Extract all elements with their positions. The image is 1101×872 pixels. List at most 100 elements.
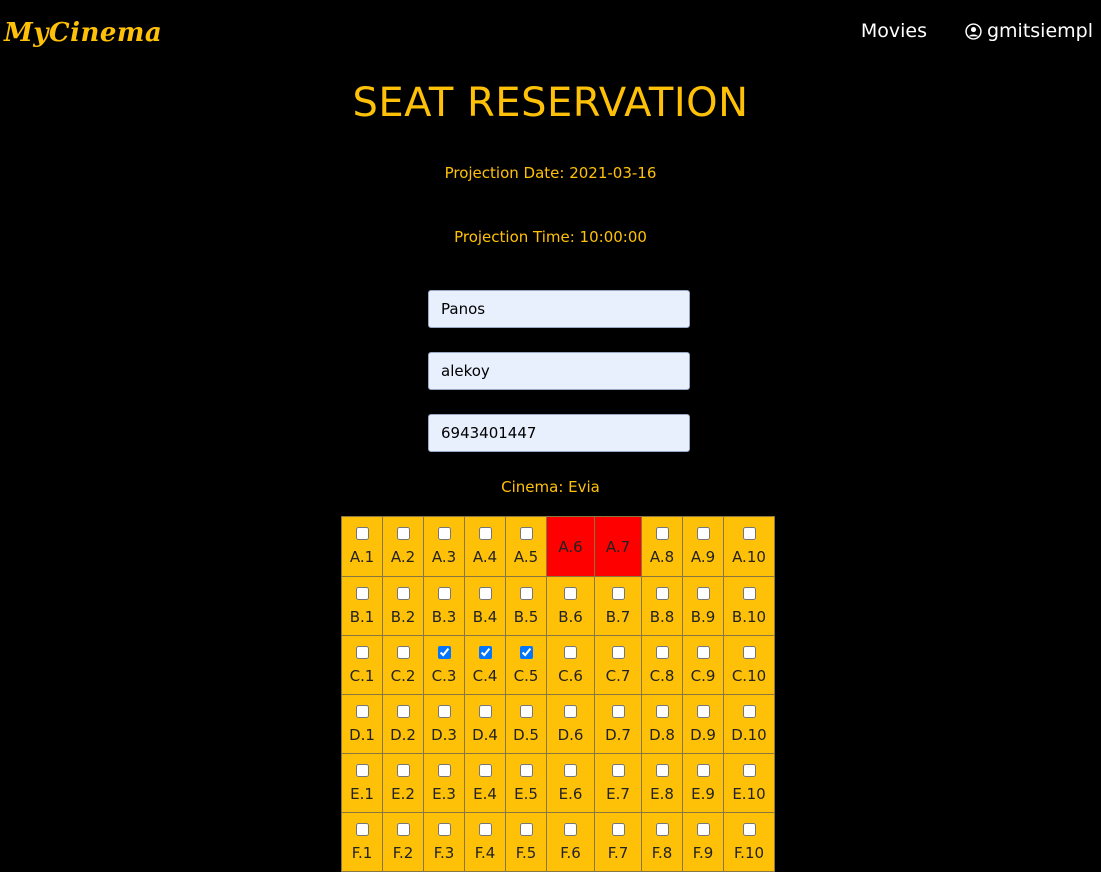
seat-cell[interactable]: F.2 [382,812,424,872]
seat-checkbox[interactable] [478,527,492,540]
seat-checkbox[interactable] [355,823,369,836]
seat-cell[interactable]: A.8 [641,516,683,577]
seat-checkbox[interactable] [564,764,577,777]
seat-checkbox[interactable] [564,823,577,836]
seat-checkbox[interactable] [655,527,669,540]
seat-checkbox[interactable] [696,705,710,718]
seat-cell[interactable]: E.1 [341,753,383,813]
seat-cell[interactable]: C.10 [723,635,775,695]
seat-checkbox[interactable] [396,646,410,659]
seat-checkbox[interactable] [478,587,492,600]
seat-checkbox[interactable] [742,823,756,836]
seat-cell[interactable]: C.4 [464,635,506,695]
seat-cell[interactable]: F.5 [505,812,547,872]
seat-cell[interactable]: F.1 [341,812,383,872]
seat-cell[interactable]: B.1 [341,576,383,636]
seat-cell[interactable]: D.2 [382,694,424,754]
seat-checkbox[interactable] [696,527,710,540]
seat-cell[interactable]: D.8 [641,694,683,754]
seat-checkbox[interactable] [355,646,369,659]
seat-checkbox[interactable] [655,764,669,777]
seat-checkbox[interactable] [655,646,669,659]
seat-cell[interactable]: E.3 [423,753,465,813]
seat-checkbox[interactable] [396,705,410,718]
seat-cell[interactable]: E.8 [641,753,683,813]
seat-checkbox[interactable] [519,646,533,659]
phone-input[interactable] [428,414,690,452]
seat-cell[interactable]: B.3 [423,576,465,636]
seat-cell[interactable]: A.5 [505,516,547,577]
seat-checkbox[interactable] [437,646,451,659]
seat-cell[interactable]: A.9 [682,516,724,577]
seat-cell[interactable]: F.7 [594,812,642,872]
seat-checkbox[interactable] [611,646,625,659]
seat-checkbox[interactable] [519,764,533,777]
seat-cell[interactable]: C.6 [546,635,595,695]
seat-cell[interactable]: B.9 [682,576,724,636]
seat-checkbox[interactable] [742,646,756,659]
brand-logo[interactable]: MyCinema [4,18,162,48]
seat-cell[interactable]: A.10 [723,516,775,577]
seat-checkbox[interactable] [396,823,410,836]
seat-cell[interactable]: E.5 [505,753,547,813]
seat-checkbox[interactable] [655,823,669,836]
seat-cell[interactable]: E.9 [682,753,724,813]
seat-checkbox[interactable] [655,705,669,718]
seat-cell[interactable]: D.9 [682,694,724,754]
seat-checkbox[interactable] [355,764,369,777]
seat-checkbox[interactable] [478,823,492,836]
seat-cell[interactable]: D.4 [464,694,506,754]
seat-cell[interactable]: F.10 [723,812,775,872]
seat-cell[interactable]: A.4 [464,516,506,577]
seat-cell[interactable]: B.7 [594,576,642,636]
seat-cell[interactable]: C.3 [423,635,465,695]
seat-checkbox[interactable] [478,705,492,718]
seat-checkbox[interactable] [437,764,451,777]
seat-checkbox[interactable] [611,705,625,718]
seat-cell[interactable]: C.1 [341,635,383,695]
seat-checkbox[interactable] [396,764,410,777]
seat-cell[interactable]: B.8 [641,576,683,636]
seat-checkbox[interactable] [564,587,577,600]
seat-cell[interactable]: E.2 [382,753,424,813]
seat-checkbox[interactable] [437,527,451,540]
seat-checkbox[interactable] [696,764,710,777]
seat-checkbox[interactable] [519,823,533,836]
seat-checkbox[interactable] [564,705,577,718]
seat-cell[interactable]: F.4 [464,812,506,872]
seat-checkbox[interactable] [519,587,533,600]
seat-cell[interactable]: E.10 [723,753,775,813]
seat-cell[interactable]: E.6 [546,753,595,813]
seat-cell[interactable]: D.3 [423,694,465,754]
seat-checkbox[interactable] [611,823,625,836]
seat-cell[interactable]: F.6 [546,812,595,872]
seat-cell[interactable]: D.7 [594,694,642,754]
seat-checkbox[interactable] [696,587,710,600]
seat-checkbox[interactable] [696,646,710,659]
seat-cell[interactable]: A.3 [423,516,465,577]
seat-checkbox[interactable] [742,705,756,718]
seat-cell[interactable]: B.10 [723,576,775,636]
seat-cell[interactable]: B.2 [382,576,424,636]
seat-cell[interactable]: B.6 [546,576,595,636]
seat-checkbox[interactable] [437,587,451,600]
name-input[interactable] [428,290,690,328]
seat-checkbox[interactable] [611,587,625,600]
seat-cell[interactable]: E.7 [594,753,642,813]
seat-checkbox[interactable] [437,823,451,836]
seat-cell[interactable]: D.1 [341,694,383,754]
seat-checkbox[interactable] [564,646,577,659]
seat-cell[interactable]: F.8 [641,812,683,872]
nav-movies-link[interactable]: Movies [861,20,927,42]
seat-checkbox[interactable] [742,764,756,777]
seat-cell[interactable]: C.7 [594,635,642,695]
seat-checkbox[interactable] [742,527,756,540]
seat-cell[interactable]: C.9 [682,635,724,695]
seat-checkbox[interactable] [437,705,451,718]
user-menu-link[interactable]: gmitsiempl [965,20,1093,42]
seat-checkbox[interactable] [355,705,369,718]
seat-checkbox[interactable] [478,764,492,777]
seat-checkbox[interactable] [696,823,710,836]
seat-cell[interactable]: A.2 [382,516,424,577]
seat-checkbox[interactable] [396,587,410,600]
